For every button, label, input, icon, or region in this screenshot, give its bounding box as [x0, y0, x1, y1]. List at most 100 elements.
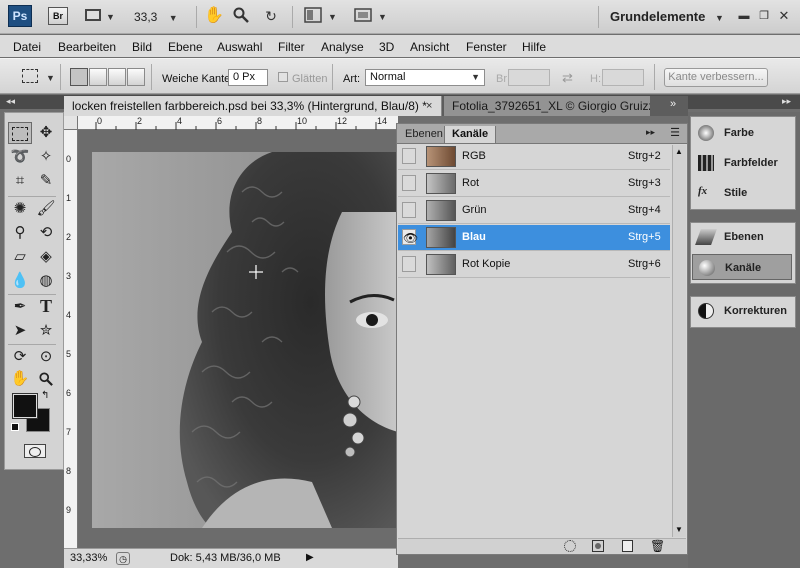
image-canvas[interactable] — [92, 152, 398, 528]
channel-row-rot-kopie[interactable]: Rot Kopie Strg+6 — [398, 252, 670, 278]
tab-other-document[interactable]: Fotolia_3792651_XL © Giorgio Gruizza — [444, 96, 650, 116]
magic-wand-tool-icon[interactable]: ✧ — [34, 146, 58, 168]
tab-active-document[interactable]: locken freistellen farbbereich.psd bei 3… — [64, 96, 442, 116]
restore-button[interactable]: ❐ — [756, 9, 772, 23]
channels-scrollbar[interactable]: ▲ ▼ — [672, 145, 686, 537]
zoom-tool-icon[interactable] — [34, 368, 58, 390]
feather-input[interactable]: 0 Px — [228, 69, 268, 86]
ruler-vertical[interactable]: 0 1 2 3 4 5 6 7 8 9 — [64, 130, 78, 548]
new-selection-button[interactable] — [70, 68, 88, 86]
menu-fenster[interactable]: Fenster — [466, 40, 507, 54]
rect-marquee-icon[interactable] — [22, 69, 38, 83]
paint-bucket-tool-icon[interactable]: ◈ — [34, 246, 58, 268]
move-tool-icon[interactable]: ✥ — [34, 122, 58, 144]
visibility-toggle[interactable] — [402, 202, 416, 218]
save-selection-icon[interactable] — [592, 540, 604, 552]
eyedropper-tool-icon[interactable]: ✎ — [34, 170, 58, 192]
rotate-view-icon[interactable]: ↻ — [262, 7, 280, 25]
hand-icon[interactable]: ✋ — [204, 7, 224, 25]
eraser-tool-icon[interactable]: ▱ — [8, 246, 32, 268]
menu-auswahl[interactable]: Auswahl — [217, 40, 262, 54]
tab-ebenen[interactable]: Ebenen — [398, 126, 450, 143]
menu-hilfe[interactable]: Hilfe — [522, 40, 546, 54]
status-zoom[interactable]: 33,33% — [70, 552, 107, 564]
more-tabs-icon[interactable]: » — [670, 98, 676, 110]
menu-ebene[interactable]: Ebene — [168, 40, 203, 54]
default-colors-icon[interactable] — [11, 423, 19, 431]
channel-row-blau[interactable]: 👁 Blau Strg+5 — [398, 225, 670, 251]
dock-item-ebenen[interactable]: Ebenen — [692, 224, 792, 250]
close-button[interactable]: ✕ — [776, 9, 792, 23]
film-icon[interactable] — [84, 7, 102, 25]
crop-tool-icon[interactable]: ⌗ — [8, 170, 32, 192]
blur-tool-icon[interactable]: 💧 — [8, 270, 32, 292]
collapse-panel-icon[interactable]: ▸▸ — [646, 127, 655, 138]
3d-orbit-tool-icon[interactable]: ⊙ — [34, 346, 58, 368]
menu-bearbeiten[interactable]: Bearbeiten — [58, 40, 116, 54]
dock-item-korrekturen[interactable]: Korrekturen — [692, 298, 792, 324]
dock-item-farbfelder[interactable]: Farbfelder — [692, 150, 792, 176]
scroll-down-icon[interactable]: ▼ — [675, 525, 683, 534]
menu-analyse[interactable]: Analyse — [321, 40, 364, 54]
tab-kanaele[interactable]: Kanäle — [444, 126, 497, 143]
scroll-up-icon[interactable]: ▲ — [675, 147, 683, 156]
foreground-color-swatch[interactable] — [12, 393, 38, 419]
arrange-documents-icon[interactable] — [304, 7, 322, 25]
refine-edge-button[interactable]: Kante verbessern... — [664, 68, 768, 87]
chevron-down-icon[interactable]: ▼ — [328, 12, 337, 22]
dock-item-kanaele[interactable]: Kanäle — [692, 254, 792, 280]
marquee-tool-icon[interactable] — [8, 122, 32, 144]
screen-mode-icon[interactable] — [354, 7, 372, 25]
load-selection-icon[interactable] — [564, 540, 576, 552]
visibility-toggle[interactable] — [402, 148, 416, 164]
visibility-toggle[interactable] — [402, 256, 416, 272]
ruler-horizontal[interactable]: 0 2 4 6 8 10 12 14 — [78, 116, 398, 130]
menu-bild[interactable]: Bild — [132, 40, 152, 54]
style-select[interactable]: Normal ▼ — [365, 69, 485, 86]
swap-dimensions-icon[interactable]: ⇄ — [562, 70, 573, 86]
channel-row-rot[interactable]: Rot Strg+3 — [398, 171, 670, 197]
add-selection-button[interactable] — [89, 68, 107, 86]
chevron-down-icon[interactable]: ▼ — [46, 73, 55, 83]
status-menu-arrow-icon[interactable]: ▶ — [306, 552, 314, 563]
antialias-checkbox[interactable] — [278, 72, 288, 82]
type-tool-icon[interactable]: T — [34, 296, 58, 318]
dodge-tool-icon[interactable]: ◍ — [34, 270, 58, 292]
3d-rotate-tool-icon[interactable]: ⟳ — [8, 346, 32, 368]
trash-icon[interactable]: 🗑 — [650, 539, 665, 553]
status-info-icon[interactable]: ◷ — [116, 552, 130, 565]
visibility-toggle[interactable] — [402, 175, 416, 191]
menu-3d[interactable]: 3D — [379, 40, 394, 54]
menu-datei[interactable]: Datei — [13, 40, 41, 54]
zoom-icon[interactable] — [232, 7, 250, 25]
subtract-selection-button[interactable] — [108, 68, 126, 86]
chevron-down-icon[interactable]: ▼ — [378, 12, 387, 22]
collapse-tools-icon[interactable]: ◂◂ — [6, 96, 15, 107]
eye-icon[interactable]: 👁 — [402, 229, 418, 245]
intersect-selection-button[interactable] — [127, 68, 145, 86]
lasso-tool-icon[interactable]: ➰ — [8, 146, 32, 168]
panel-menu-icon[interactable]: ☰ — [668, 126, 682, 140]
channel-row-gruen[interactable]: Grün Strg+4 — [398, 198, 670, 224]
close-tab-icon[interactable]: × — [426, 100, 432, 112]
brush-tool-icon[interactable]: 🖌 — [34, 198, 58, 220]
dock-item-stile[interactable]: fx Stile — [692, 180, 792, 206]
ruler-origin[interactable] — [64, 116, 78, 130]
width-input[interactable] — [508, 69, 550, 86]
swap-colors-icon[interactable]: ↰ — [41, 390, 49, 401]
launch-bridge-button[interactable]: Br — [48, 7, 68, 25]
workspace-switcher[interactable]: Grundelemente ▼ — [610, 9, 724, 24]
menu-filter[interactable]: Filter — [278, 40, 305, 54]
minimize-button[interactable]: ▬ — [736, 9, 752, 23]
history-brush-tool-icon[interactable]: ⟲ — [34, 222, 58, 244]
healing-brush-tool-icon[interactable]: ✺ — [8, 198, 32, 220]
path-selection-tool-icon[interactable]: ➤ — [8, 320, 32, 342]
channel-row-rgb[interactable]: RGB Strg+2 — [398, 144, 670, 170]
hand-tool-icon[interactable]: ✋ — [8, 368, 32, 390]
clone-stamp-tool-icon[interactable]: ⚲ — [8, 222, 32, 244]
dock-item-farbe[interactable]: Farbe — [692, 120, 792, 146]
height-input[interactable] — [602, 69, 644, 86]
pen-tool-icon[interactable]: ✒ — [8, 296, 32, 318]
menu-ansicht[interactable]: Ansicht — [410, 40, 449, 54]
quick-mask-button[interactable] — [24, 444, 46, 458]
